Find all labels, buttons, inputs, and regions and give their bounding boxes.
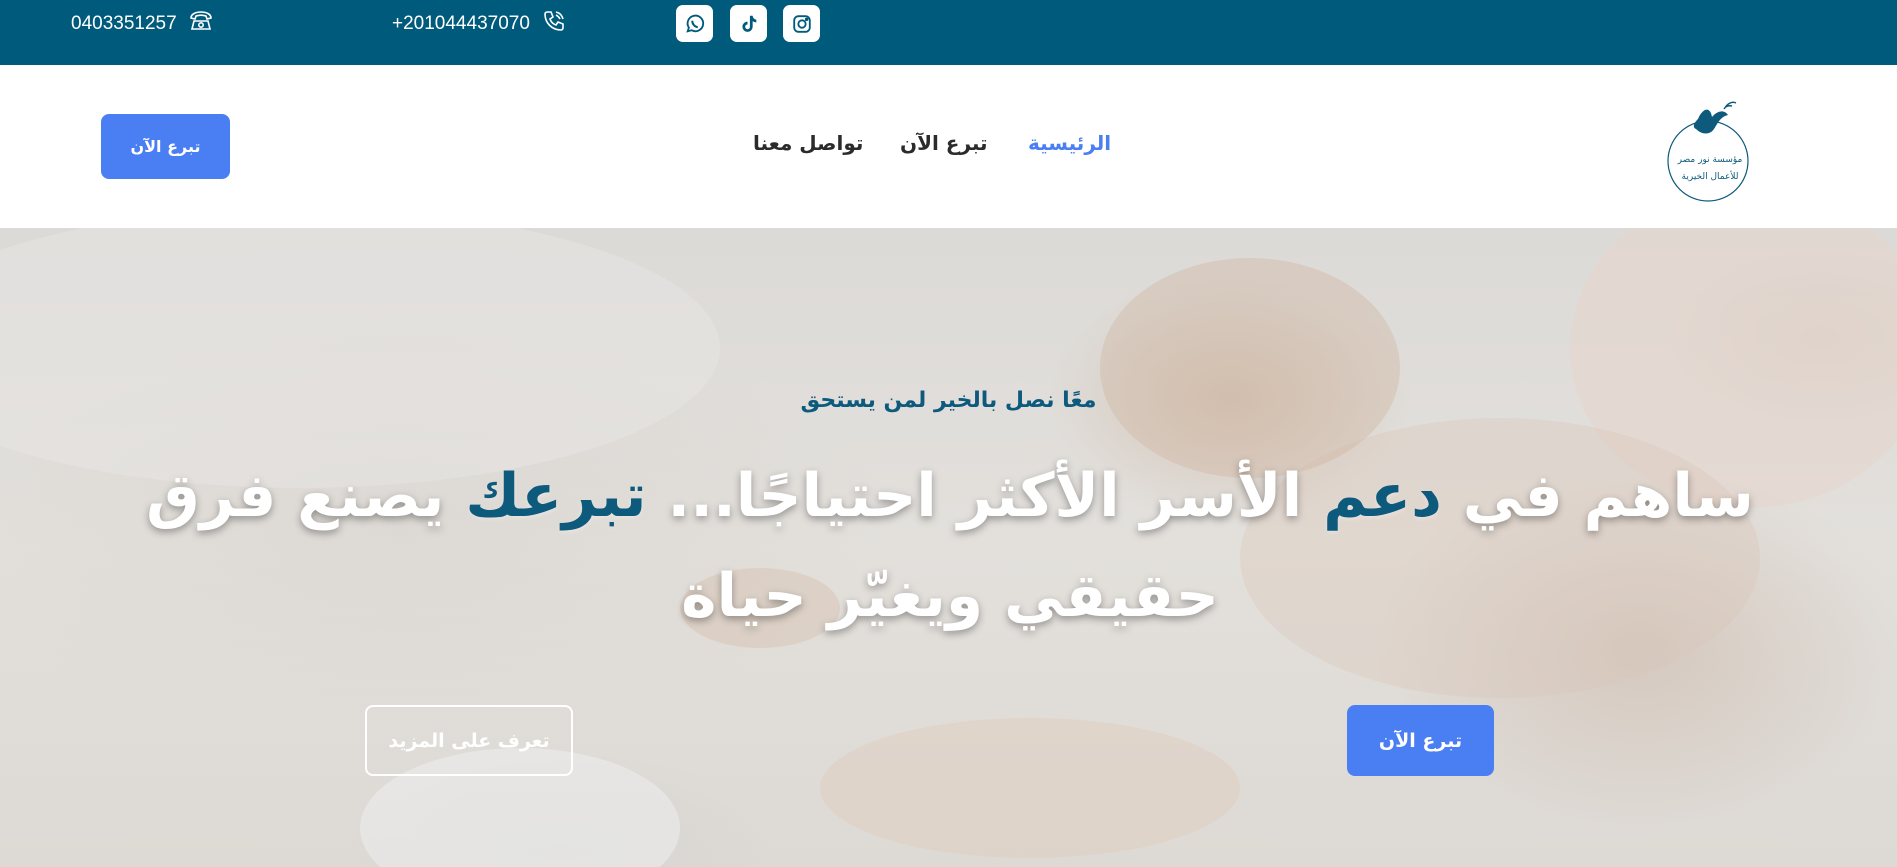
- phone-call-icon: [540, 7, 568, 41]
- whatsapp-icon: [685, 14, 704, 33]
- hero-title: ساهم في دعم الأسر الأكثر احتياجًا... تبر…: [120, 446, 1780, 646]
- site-logo[interactable]: مؤسسة نور مصر للأعمال الخيرية: [1662, 89, 1754, 209]
- nav-contact[interactable]: تواصل معنا: [753, 131, 863, 155]
- hero-title-part2: الأسر الأكثر احتياجًا...: [646, 461, 1324, 531]
- hero-title-part1: ساهم في: [1441, 461, 1754, 531]
- top-bar: 0403351257 +201044437070: [0, 0, 1897, 65]
- tiktok-icon: [741, 15, 756, 32]
- telephone-icon: [187, 7, 215, 41]
- whatsapp-link[interactable]: [676, 5, 713, 42]
- dove-shape: [1693, 109, 1728, 134]
- hero-tagline: معًا نصل بالخير لمن يستحق: [800, 388, 1097, 413]
- learn-more-button[interactable]: تعرف على المزيد: [365, 705, 573, 776]
- svg-text:مؤسسة نور مصر: مؤسسة نور مصر: [1677, 155, 1743, 165]
- hero-section: معًا نصل بالخير لمن يستحق ساهم في دعم ال…: [0, 228, 1897, 867]
- hero-title-highlight-donation: تبرعك: [465, 461, 647, 531]
- tiktok-link[interactable]: [730, 5, 767, 42]
- landline-number[interactable]: 0403351257: [71, 13, 177, 35]
- instagram-icon: [792, 14, 811, 33]
- hero-donate-button[interactable]: تبرع الآن: [1347, 705, 1494, 776]
- header-donate-button[interactable]: تبرع الآن: [101, 114, 230, 179]
- hero-title-highlight-support: دعم: [1323, 461, 1442, 531]
- nav-donate[interactable]: تبرع الآن: [900, 131, 988, 155]
- site-header: تبرع الآن تواصل معنا تبرع الآن الرئيسية …: [0, 65, 1897, 228]
- nav-home[interactable]: الرئيسية: [1028, 131, 1111, 155]
- landline-contact[interactable]: 0403351257: [71, 10, 215, 38]
- svg-text:للأعمال الخيرية: للأعمال الخيرية: [1682, 170, 1739, 182]
- mobile-contact[interactable]: +201044437070: [392, 10, 568, 38]
- instagram-link[interactable]: [783, 5, 820, 42]
- mobile-number[interactable]: +201044437070: [392, 13, 530, 35]
